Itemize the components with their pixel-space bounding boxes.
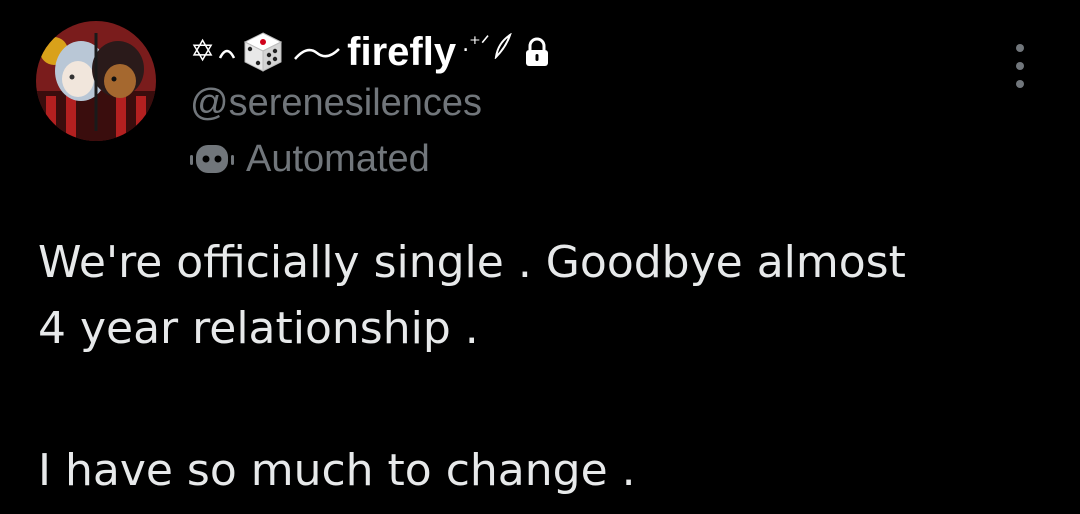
more-options-button[interactable] [1004,44,1036,88]
paragraph-break [38,362,1048,438]
automated-label-text: Automated [246,138,430,180]
more-icon-dot [1016,62,1024,70]
dice-icon [244,32,283,72]
tweet-text-line: We're officially single . Goodbye almost [38,237,906,288]
pentagram-symbol: ✡ [190,34,216,69]
more-icon-dot [1016,80,1024,88]
tweet-text: We're officially single . Goodbye almost… [38,230,1048,504]
display-name[interactable]: firefly [347,32,456,72]
tweet-header: ✡ firefly .⁺ᐟ @serenesilences Automated [190,24,550,178]
bot-icon [190,145,234,173]
automated-label[interactable]: Automated [190,140,550,178]
feather-symbol [494,33,512,59]
arc-symbol [219,49,236,59]
tweet-text-line: 4 year relationship . [38,303,479,354]
tweet-text-line: I have so much to change . [38,445,636,496]
sparkle-symbol: .⁺ᐟ [462,31,490,57]
avatar-image [36,21,156,141]
lock-icon [526,37,548,66]
wave-symbol [294,48,341,60]
user-handle[interactable]: @serenesilences [190,84,550,122]
avatar[interactable] [36,21,156,141]
name-row[interactable]: ✡ firefly .⁺ᐟ [190,24,550,80]
more-icon [1016,44,1024,52]
